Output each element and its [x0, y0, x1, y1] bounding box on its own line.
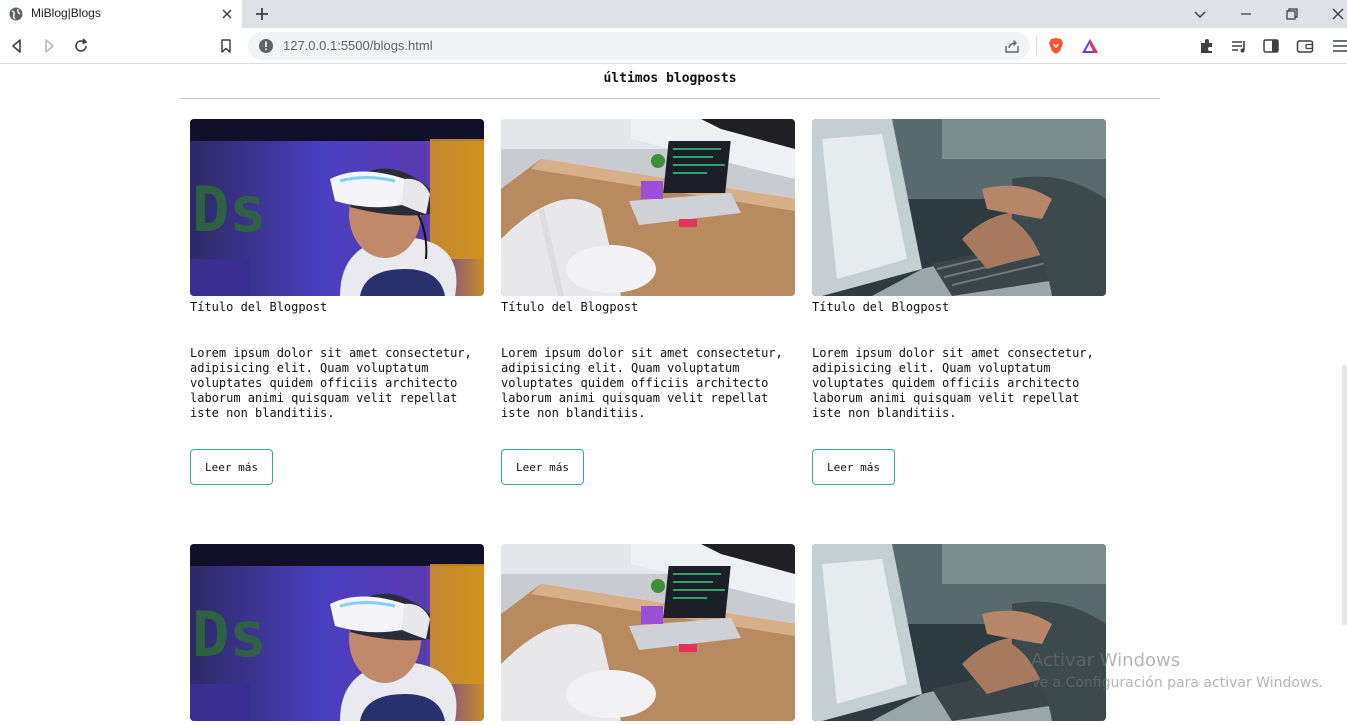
- vr-headset-photo[interactable]: Ds: [190, 544, 484, 721]
- close-tab-icon[interactable]: [219, 6, 235, 22]
- activation-watermark-title: Activar Windows: [1031, 650, 1181, 671]
- globe-icon: [9, 7, 23, 21]
- read-more-button[interactable]: Leer más: [812, 449, 895, 485]
- page-content: últimos blogposts Ds Título del Blogpost…: [0, 65, 1347, 725]
- laptop-desk-photo[interactable]: [501, 119, 795, 296]
- laptop-desk-photo[interactable]: [501, 544, 795, 721]
- playlist-icon[interactable]: [1229, 36, 1249, 56]
- brave-rewards-icon[interactable]: [1080, 36, 1100, 56]
- tab-title: MiBlog|Blogs: [31, 6, 101, 20]
- bookmark-icon[interactable]: [216, 36, 236, 56]
- card-excerpt: Lorem ipsum dolor sit amet consectetur, …: [501, 346, 783, 420]
- menu-icon[interactable]: [1330, 36, 1347, 56]
- toolbar-divider: [1036, 36, 1037, 56]
- close-window-icon[interactable]: [1328, 4, 1347, 24]
- activation-watermark-subtitle: Ve a Configuración para activar Windows.: [1031, 675, 1324, 691]
- section-title: últimos blogposts: [603, 71, 737, 86]
- new-tab-icon[interactable]: [252, 4, 272, 24]
- typing-hands-photo[interactable]: [812, 119, 1106, 296]
- blog-card: Título del Blogpost Lorem ipsum dolor si…: [501, 119, 795, 485]
- read-more-button[interactable]: Leer más: [501, 449, 584, 485]
- back-icon[interactable]: [7, 36, 27, 56]
- share-icon[interactable]: [1003, 37, 1021, 55]
- blog-card: [501, 544, 795, 721]
- blog-card: Ds: [190, 544, 484, 721]
- card-title[interactable]: Título del Blogpost: [812, 300, 1106, 346]
- read-more-button[interactable]: Leer más: [190, 449, 273, 485]
- section-divider: [180, 98, 1160, 99]
- card-excerpt: Lorem ipsum dolor sit amet consectetur, …: [812, 346, 1094, 420]
- blog-card: [812, 544, 1106, 721]
- forward-icon[interactable]: [39, 36, 59, 56]
- card-title[interactable]: Título del Blogpost: [190, 300, 484, 346]
- extensions-icon[interactable]: [1197, 36, 1217, 56]
- browser-tab-active[interactable]: MiBlog|Blogs: [0, 0, 242, 28]
- svg-text:Ds: Ds: [192, 598, 267, 671]
- vr-headset-photo[interactable]: Ds: [190, 119, 484, 296]
- tab-search-icon[interactable]: [1190, 4, 1210, 24]
- card-title[interactable]: Título del Blogpost: [501, 300, 795, 346]
- tab-bar: MiBlog|Blogs: [0, 0, 1347, 28]
- wallet-icon[interactable]: [1295, 36, 1315, 56]
- blog-card: Ds Título del Blogpost Lorem ipsum dolor…: [190, 119, 484, 485]
- minimize-icon[interactable]: [1236, 4, 1256, 24]
- svg-text:Ds: Ds: [192, 173, 267, 246]
- browser-toolbar: 127.0.0.1:5500/blogs.html: [0, 28, 1347, 64]
- reload-icon[interactable]: [71, 36, 91, 56]
- site-info-icon[interactable]: [258, 38, 274, 54]
- sidebar-icon[interactable]: [1261, 36, 1281, 56]
- card-excerpt: Lorem ipsum dolor sit amet consectetur, …: [190, 346, 472, 420]
- restore-icon[interactable]: [1282, 4, 1302, 24]
- brave-shields-icon[interactable]: [1046, 36, 1066, 56]
- blog-card: Título del Blogpost Lorem ipsum dolor si…: [812, 119, 1106, 485]
- typing-hands-photo[interactable]: [812, 544, 1106, 721]
- scrollbar[interactable]: [1342, 365, 1347, 625]
- url-text: 127.0.0.1:5500/blogs.html: [283, 38, 433, 53]
- address-bar[interactable]: 127.0.0.1:5500/blogs.html: [248, 32, 1030, 60]
